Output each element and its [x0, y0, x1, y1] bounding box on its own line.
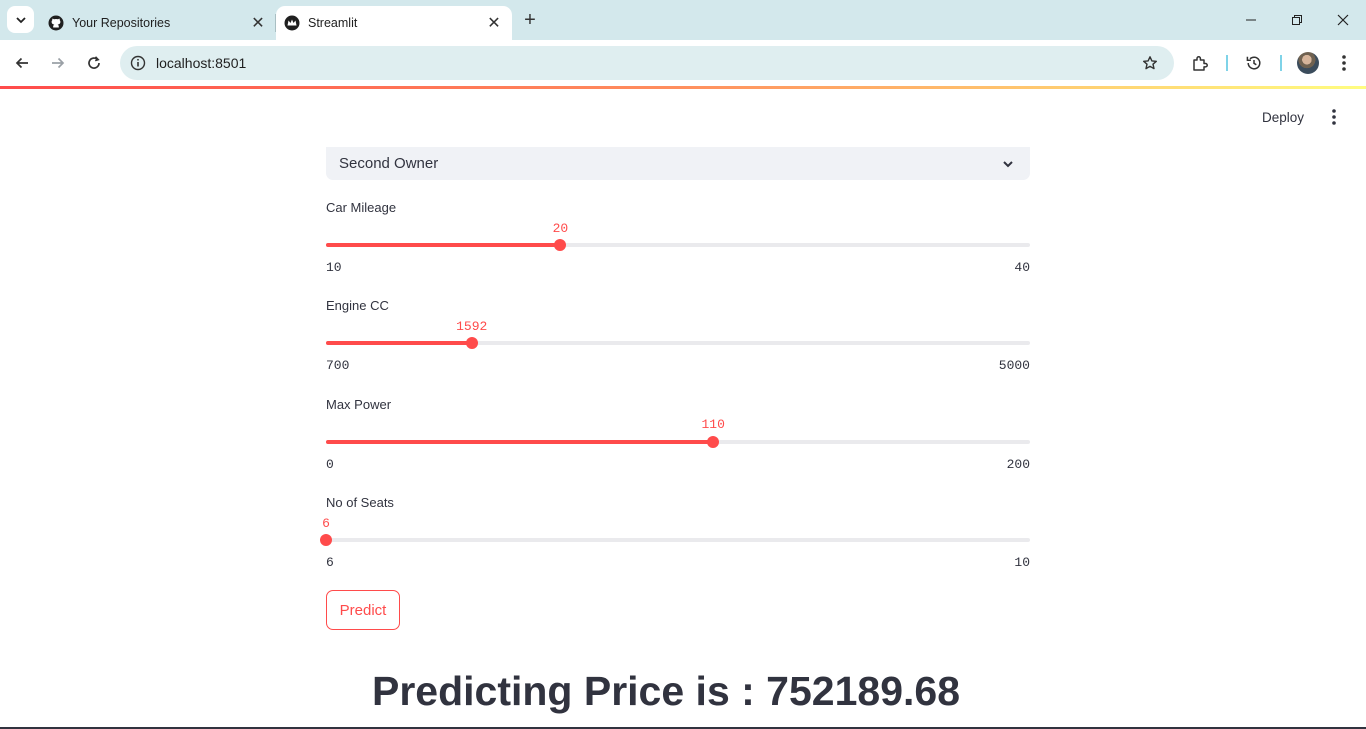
chevron-down-icon: [15, 16, 26, 23]
new-tab-plus-icon[interactable]: +: [518, 8, 542, 32]
restore-window-icon[interactable]: [1274, 4, 1320, 36]
url-text: localhost:8501: [156, 55, 247, 71]
back-arrow-icon[interactable]: [8, 49, 36, 77]
reload-icon[interactable]: [80, 49, 108, 77]
slider-thumb[interactable]: [465, 337, 478, 349]
browser-menu-icon[interactable]: [1332, 51, 1356, 75]
bookmark-star-icon[interactable]: [1138, 51, 1162, 75]
max-power-min: 0: [326, 457, 334, 472]
minimize-window-icon[interactable]: [1228, 4, 1274, 36]
owner-select[interactable]: Second Owner: [326, 147, 1030, 180]
no-of-seats-value: 6: [322, 516, 330, 531]
browser-tabstrip: Your Repositories ✕ Streamlit ✕ +: [0, 0, 1366, 40]
owner-select-value: Second Owner: [339, 155, 439, 172]
slider-fill: [326, 243, 561, 247]
chevron-down-icon: [998, 154, 1018, 174]
tab-search-button[interactable]: [7, 6, 34, 33]
slider-fill: [326, 341, 472, 345]
predicted-price-heading: Predicting Price is : 752189.68: [372, 668, 960, 714]
close-window-icon[interactable]: [1320, 4, 1366, 36]
car-mileage-max: 40: [1014, 260, 1030, 275]
profile-avatar[interactable]: [1297, 52, 1319, 74]
slider-fill: [326, 440, 714, 444]
engine-cc-value: 1592: [456, 319, 488, 334]
slider-thumb[interactable]: [707, 436, 720, 448]
streamlit-decoration-bar: [0, 86, 1366, 89]
max-power-label: Max Power: [326, 397, 392, 412]
tab-streamlit[interactable]: Streamlit ✕: [276, 6, 512, 40]
no-of-seats-slider[interactable]: [320, 534, 1030, 546]
engine-cc-min: 700: [326, 358, 350, 373]
engine-cc-slider[interactable]: [326, 337, 1030, 349]
no-of-seats-max: 10: [1014, 555, 1030, 570]
history-icon[interactable]: [1242, 51, 1266, 75]
deploy-button[interactable]: Deploy: [1262, 106, 1304, 128]
max-power-slider[interactable]: [326, 436, 1030, 448]
main-menu-icon[interactable]: [1324, 106, 1344, 128]
no-of-seats-label: No of Seats: [326, 495, 394, 510]
streamlit-crown-icon: [284, 15, 300, 31]
car-mileage-min: 10: [326, 260, 342, 275]
engine-cc-max: 5000: [998, 358, 1030, 373]
toolbar-divider: [1226, 55, 1228, 71]
car-mileage-value: 20: [552, 221, 569, 236]
tab-title: Streamlit: [308, 16, 358, 30]
engine-cc-label: Engine CC: [326, 298, 389, 313]
address-bar[interactable]: localhost:8501: [120, 46, 1174, 80]
slider-thumb[interactable]: [320, 534, 332, 546]
site-info-icon[interactable]: [128, 53, 148, 73]
tab-title: Your Repositories: [72, 16, 171, 30]
max-power-value: 110: [701, 417, 725, 432]
slider-thumb[interactable]: [554, 239, 567, 251]
predict-button[interactable]: Predict: [326, 590, 400, 630]
browser-toolbar: localhost:8501: [0, 40, 1366, 86]
tab-your-repositories[interactable]: Your Repositories ✕: [40, 6, 276, 40]
extensions-puzzle-icon[interactable]: [1188, 51, 1212, 75]
max-power-max: 200: [1006, 457, 1030, 472]
close-tab-icon[interactable]: ✕: [248, 13, 268, 33]
toolbar-divider: [1280, 55, 1282, 71]
no-of-seats-min: 6: [326, 555, 334, 570]
car-mileage-label: Car Mileage: [326, 200, 397, 215]
car-mileage-slider[interactable]: [326, 239, 1030, 251]
forward-arrow-icon[interactable]: [44, 49, 72, 77]
close-tab-icon[interactable]: ✕: [484, 13, 504, 33]
github-icon: [48, 15, 64, 31]
